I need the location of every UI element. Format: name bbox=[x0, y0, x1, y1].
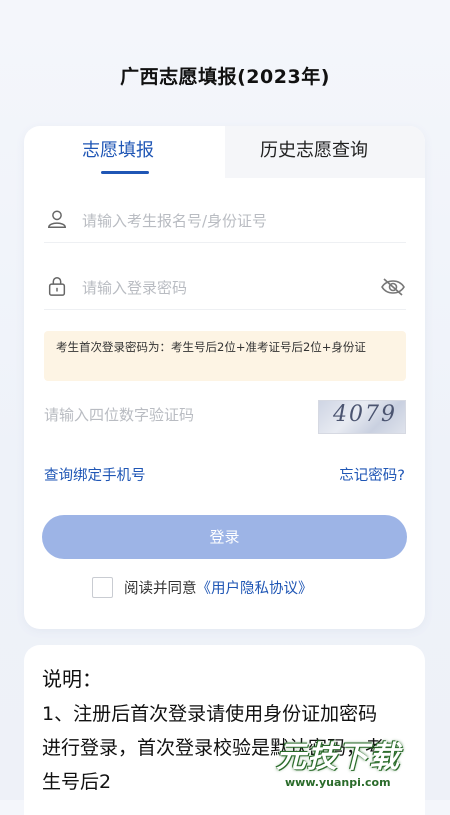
username-placeholder: 请输入考生报名号/身份证号 bbox=[82, 212, 268, 230]
agree-checkbox[interactable] bbox=[92, 577, 113, 598]
privacy-policy-link[interactable]: 《用户隐私协议》 bbox=[197, 581, 313, 597]
active-tab-indicator bbox=[101, 171, 149, 174]
tab-history-query[interactable]: 历史志愿查询 bbox=[260, 136, 368, 162]
watermark-url: www.yuanpi.com bbox=[282, 776, 394, 789]
user-icon bbox=[48, 210, 66, 228]
password-field[interactable]: 请输入登录密码 bbox=[44, 269, 406, 310]
captcha-image[interactable]: 4079 bbox=[318, 400, 406, 434]
eye-off-icon[interactable] bbox=[380, 277, 406, 297]
notice-text: 考生首次登录密码为：考生号后2位+准考证号后2位+身份证 bbox=[56, 340, 366, 354]
captcha-placeholder: 请输入四位数字验证码 bbox=[44, 406, 195, 424]
forgot-password-link[interactable]: 忘记密码? bbox=[339, 464, 405, 485]
username-field[interactable]: 请输入考生报名号/身份证号 bbox=[44, 202, 406, 243]
bind-phone-link[interactable]: 查询绑定手机号 bbox=[44, 464, 146, 485]
lock-icon bbox=[48, 277, 66, 296]
default-password-notice: 考生首次登录密码为：考生号后2位+准考证号后2位+身份证 bbox=[44, 331, 406, 381]
captcha-code: 4079 bbox=[333, 402, 397, 427]
watermark-brand: 元技下载 bbox=[276, 740, 400, 775]
description-title: 说明： bbox=[42, 667, 102, 691]
login-button[interactable]: 登录 bbox=[42, 515, 407, 559]
password-placeholder: 请输入登录密码 bbox=[82, 279, 188, 297]
agree-text: 阅读并同意 bbox=[124, 581, 197, 597]
captcha-field[interactable]: 请输入四位数字验证码 4079 bbox=[44, 398, 406, 436]
page-title: 广西志愿填报(2023年) bbox=[120, 66, 330, 88]
login-card: 志愿填报 历史志愿查询 请输入考生报名号/身份证号 请输入登录密码 考生首次登录… bbox=[24, 126, 425, 629]
tab-volunteer-fill[interactable]: 志愿填报 bbox=[82, 136, 154, 162]
watermark-logo: 元技下载 www.yuanpi.com bbox=[272, 730, 450, 800]
agree-label: 阅读并同意《用户隐私协议》 bbox=[124, 577, 313, 598]
